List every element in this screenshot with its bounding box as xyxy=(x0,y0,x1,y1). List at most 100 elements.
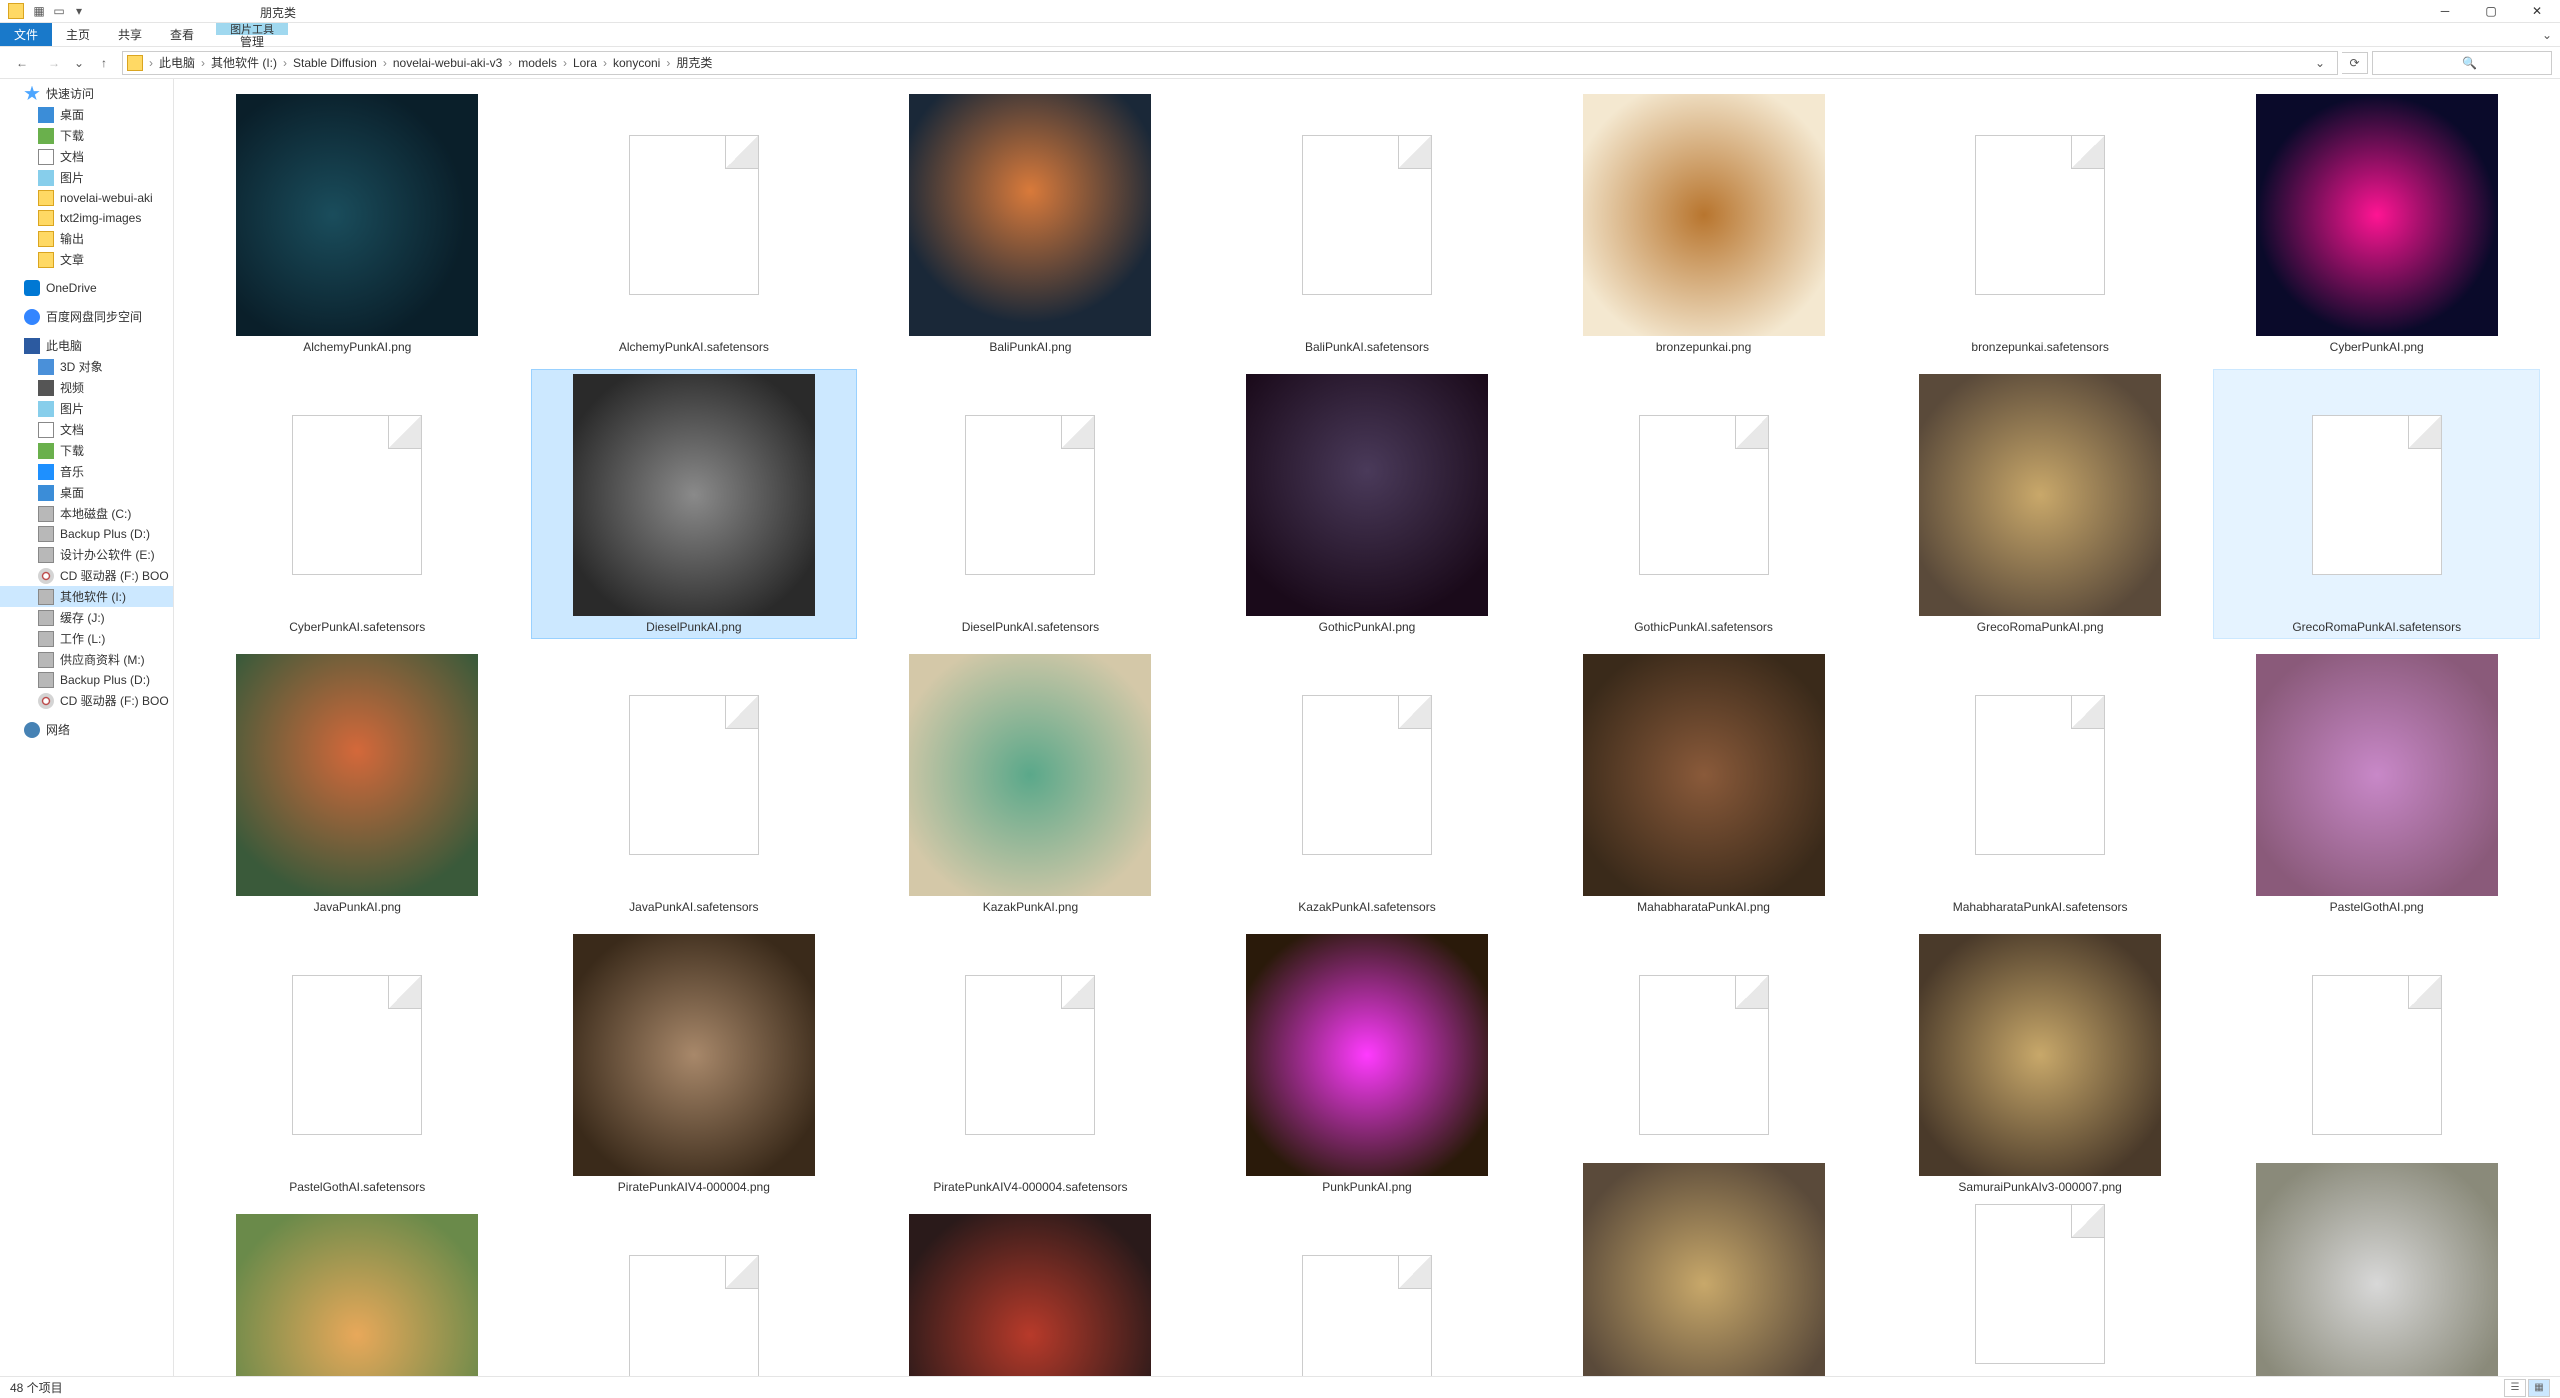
view-thumbnails[interactable]: ▦ xyxy=(2528,1379,2550,1397)
breadcrumb[interactable]: › 此电脑› 其他软件 (I:)› Stable Diffusion› nove… xyxy=(122,51,2338,75)
file-item[interactable] xyxy=(1877,1209,2204,1376)
bc-seg[interactable]: 其他软件 (I:) xyxy=(207,54,281,71)
file-item[interactable]: SovietPunkAIv2.safetensors xyxy=(1204,1209,1531,1376)
file-item[interactable]: PastelGothAI.safetensors xyxy=(194,929,521,1199)
sidebar-item[interactable]: 百度网盘同步空间 xyxy=(0,306,173,327)
bc-seg[interactable]: 朋克类 xyxy=(672,54,716,71)
tab-manage[interactable]: 管理 xyxy=(226,35,278,47)
file-item[interactable]: CyberPunkAI.safetensors xyxy=(194,369,521,639)
sidebar-item[interactable]: Backup Plus (D:) xyxy=(0,524,173,544)
file-item[interactable]: PunkPunkAI.png xyxy=(1204,929,1531,1199)
image-thumbnail xyxy=(1583,94,1825,336)
file-item[interactable]: JavaPunkAI.png xyxy=(194,649,521,919)
sidebar-item[interactable]: 网络 xyxy=(0,719,173,740)
sidebar-item[interactable]: 文章 xyxy=(0,249,173,270)
file-item[interactable]: SamuraiPunkAIv3-000007.safetensors xyxy=(2213,929,2540,1199)
file-item[interactable]: PastelGothAI.png xyxy=(2213,649,2540,919)
file-item[interactable]: GothicPunkAI.png xyxy=(1204,369,1531,639)
sidebar-item[interactable]: 快速访问 xyxy=(0,83,173,104)
search-box[interactable]: 🔍 xyxy=(2372,51,2552,75)
close-button[interactable]: ✕ xyxy=(2514,0,2560,23)
minimize-button[interactable]: ─ xyxy=(2422,0,2468,23)
file-list[interactable]: AlchemyPunkAI.pngAlchemyPunkAI.safetenso… xyxy=(174,79,2560,1376)
sidebar-item[interactable]: Backup Plus (D:) xyxy=(0,670,173,690)
file-item[interactable]: SolarpunkAI.safetensors xyxy=(531,1209,858,1376)
sidebar-item[interactable]: 工作 (L:) xyxy=(0,628,173,649)
sidebar-item[interactable]: 其他软件 (I:) xyxy=(0,586,173,607)
sidebar-item[interactable]: 设计办公软件 (E:) xyxy=(0,544,173,565)
file-item[interactable] xyxy=(2213,1209,2540,1376)
nav-back[interactable]: ← xyxy=(8,51,36,75)
file-item[interactable]: KazakPunkAI.safetensors xyxy=(1204,649,1531,919)
file-item[interactable]: BaliPunkAI.png xyxy=(867,89,1194,359)
sidebar-item[interactable]: 此电脑 xyxy=(0,335,173,356)
file-item[interactable]: BaliPunkAI.safetensors xyxy=(1204,89,1531,359)
file-item[interactable]: bronzepunkai.png xyxy=(1540,89,1867,359)
qat-properties[interactable]: ▦ xyxy=(30,2,48,20)
file-item[interactable]: MahabharataPunkAI.png xyxy=(1540,649,1867,919)
sidebar-item[interactable]: 下载 xyxy=(0,125,173,146)
sidebar-item[interactable]: 桌面 xyxy=(0,104,173,125)
sidebar-item[interactable]: 本地磁盘 (C:) xyxy=(0,503,173,524)
nav-forward[interactable]: → xyxy=(40,51,68,75)
tab-file[interactable]: 文件 xyxy=(0,23,52,46)
sidebar-item[interactable]: 视频 xyxy=(0,377,173,398)
sidebar-item[interactable]: 图片 xyxy=(0,398,173,419)
sidebar-item[interactable]: 文档 xyxy=(0,146,173,167)
nav-up[interactable]: ↑ xyxy=(90,51,118,75)
ribbon-expand[interactable]: ⌄ xyxy=(2542,23,2560,46)
file-item[interactable]: SamuraiPunkAIv3-000007.png xyxy=(1877,929,2204,1199)
file-item[interactable]: GothicPunkAI.safetensors xyxy=(1540,369,1867,639)
breadcrumb-dropdown[interactable]: ⌄ xyxy=(2307,52,2333,74)
qat-new-folder[interactable]: ▭ xyxy=(50,2,68,20)
file-item[interactable]: DieselPunkAI.safetensors xyxy=(867,369,1194,639)
sidebar-item[interactable]: 供应商资料 (M:) xyxy=(0,649,173,670)
file-item[interactable] xyxy=(1540,1209,1867,1376)
sidebar-item[interactable]: OneDrive xyxy=(0,278,173,298)
bc-seg[interactable]: novelai-webui-aki-v3 xyxy=(389,56,506,70)
sidebar-item[interactable]: txt2img-images xyxy=(0,208,173,228)
file-item[interactable]: PiratePunkAIV4-000004.safetensors xyxy=(867,929,1194,1199)
refresh-button[interactable]: ⟳ xyxy=(2342,52,2368,74)
tab-home[interactable]: 主页 xyxy=(52,23,104,46)
bc-seg[interactable]: models xyxy=(514,56,561,70)
file-item[interactable]: SolarpunkAI.png xyxy=(194,1209,521,1376)
file-item[interactable]: CyberPunkAI.png xyxy=(2213,89,2540,359)
nav-recent[interactable]: ⌄ xyxy=(72,51,86,75)
sidebar-item[interactable]: CD 驱动器 (F:) BOO xyxy=(0,565,173,586)
sidebar-item[interactable]: 缓存 (J:) xyxy=(0,607,173,628)
file-item[interactable]: AlchemyPunkAI.png xyxy=(194,89,521,359)
view-details[interactable]: ☰ xyxy=(2504,1379,2526,1397)
qat-dropdown[interactable]: ▾ xyxy=(70,2,88,20)
sidebar-item[interactable]: novelai-webui-aki xyxy=(0,188,173,208)
bc-seg[interactable]: 此电脑 xyxy=(155,54,199,71)
tab-share[interactable]: 共享 xyxy=(104,23,156,46)
sidebar-item[interactable]: 桌面 xyxy=(0,482,173,503)
file-item[interactable]: AlchemyPunkAI.safetensors xyxy=(531,89,858,359)
sidebar-item[interactable]: 图片 xyxy=(0,167,173,188)
sidebar-item[interactable]: 音乐 xyxy=(0,461,173,482)
file-item[interactable]: DieselPunkAI.png xyxy=(531,369,858,639)
tab-view[interactable]: 查看 xyxy=(156,23,208,46)
file-item[interactable]: GrecoRomaPunkAI.safetensors xyxy=(2213,369,2540,639)
quick-icon xyxy=(38,252,54,268)
file-item[interactable]: bronzepunkai.safetensors xyxy=(1877,89,2204,359)
image-thumbnail xyxy=(2256,94,2498,336)
sidebar-item[interactable]: 输出 xyxy=(0,228,173,249)
file-item[interactable]: JavaPunkAI.safetensors xyxy=(531,649,858,919)
file-item[interactable]: MahabharataPunkAI.safetensors xyxy=(1877,649,2204,919)
sidebar-item[interactable]: 下载 xyxy=(0,440,173,461)
file-item[interactable]: PunkPunkAI.safetensors xyxy=(1540,929,1867,1199)
file-item[interactable]: PiratePunkAIV4-000004.png xyxy=(531,929,858,1199)
sidebar-item[interactable]: CD 驱动器 (F:) BOO xyxy=(0,690,173,711)
sidebar-item[interactable]: 文档 xyxy=(0,419,173,440)
sidebar-item[interactable]: 3D 对象 xyxy=(0,356,173,377)
file-thumbnail xyxy=(909,374,1151,616)
file-item[interactable]: SovietPunkAIv2.png xyxy=(867,1209,1194,1376)
maximize-button[interactable]: ▢ xyxy=(2468,0,2514,23)
bc-seg[interactable]: konyconi xyxy=(609,56,664,70)
bc-seg[interactable]: Stable Diffusion xyxy=(289,56,381,70)
file-item[interactable]: KazakPunkAI.png xyxy=(867,649,1194,919)
file-item[interactable]: GrecoRomaPunkAI.png xyxy=(1877,369,2204,639)
bc-seg[interactable]: Lora xyxy=(569,56,601,70)
